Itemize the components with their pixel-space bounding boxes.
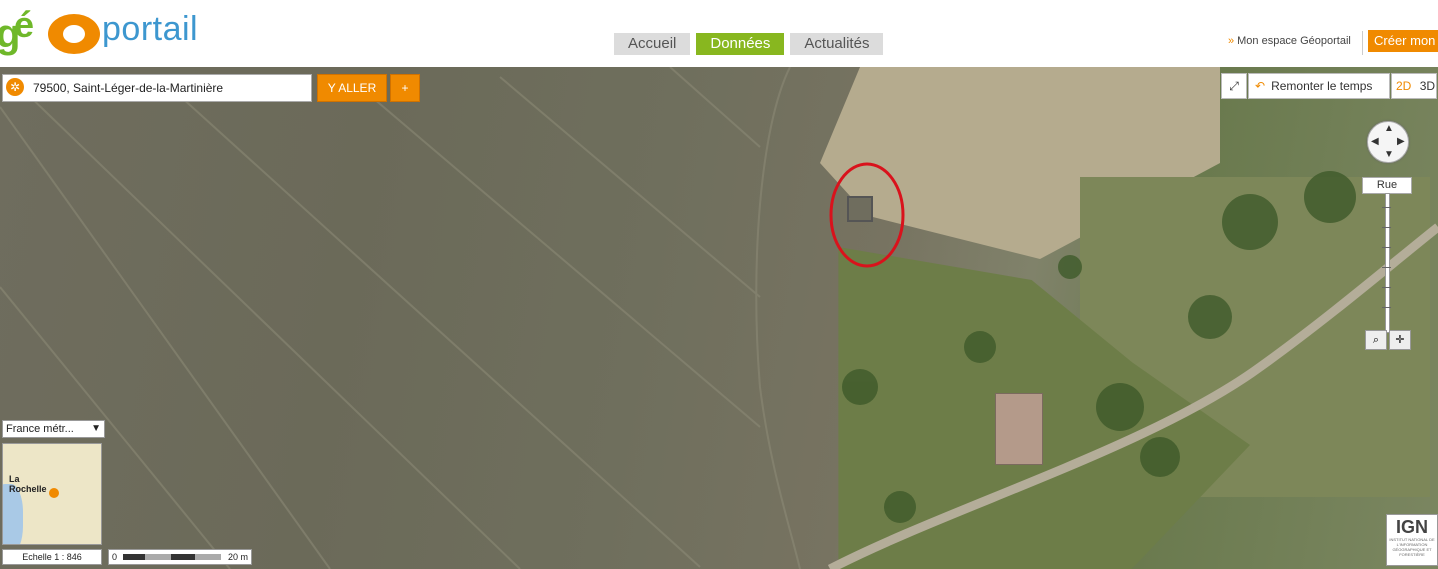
geolocate-icon[interactable]: ✲ (6, 78, 24, 96)
logo-text: portail (102, 10, 199, 48)
zoom-crosshair-icon[interactable]: ✛ (1389, 330, 1411, 350)
creer-compte-button[interactable]: Créer mon (1368, 30, 1438, 52)
header: g é portail Accueil Données Actualités »… (0, 0, 1438, 67)
zoom-tick (1382, 287, 1391, 288)
dropdown-arrow-icon: ▼ (91, 423, 101, 434)
view-2d-button[interactable]: 2D (1396, 79, 1411, 93)
minimap-region-select[interactable]: France métr... ▼ (2, 420, 105, 438)
scale-ratio: Echelle 1 : 846 (2, 549, 102, 565)
zoom-tick (1382, 207, 1391, 208)
map-building (995, 393, 1043, 465)
ign-logo[interactable]: IGN INSTITUT NATIONAL DE L'INFORMATION G… (1386, 514, 1438, 566)
pan-down-icon[interactable]: ▼ (1384, 149, 1394, 160)
scale-segment (171, 554, 195, 560)
ign-subtitle: INSTITUT NATIONAL DE L'INFORMATION GÉOGR… (1389, 537, 1435, 557)
fullscreen-icon[interactable]: ⤢ (1221, 73, 1247, 99)
go-button[interactable]: Y ALLER (317, 74, 387, 102)
zoom-tick (1382, 267, 1391, 268)
search-input[interactable] (31, 78, 305, 98)
logo-e: é (14, 4, 35, 45)
minimap-location-icon (49, 488, 59, 498)
divider (1362, 31, 1363, 55)
minimap-region-label: France métr... (6, 423, 74, 435)
zoom-level-label: Rue (1362, 177, 1412, 194)
zoom-tick (1382, 307, 1391, 308)
add-button[interactable]: + (390, 74, 420, 102)
scale-segment (145, 554, 171, 560)
pan-control[interactable]: ▲ ▼ ◀ ▶ (1367, 121, 1409, 163)
logo-o (48, 14, 100, 54)
zoom-tick (1382, 227, 1391, 228)
zoom-tick (1382, 247, 1391, 248)
map-tracks (0, 67, 1438, 569)
pan-left-icon[interactable]: ◀ (1371, 136, 1379, 147)
zoom-search-icon[interactable]: ⌕ (1365, 330, 1387, 350)
zoom-slider[interactable] (1385, 193, 1390, 333)
tab-accueil[interactable]: Accueil (614, 33, 691, 55)
tab-actualites[interactable]: Actualités (790, 33, 884, 55)
main-nav: Accueil Données Actualités (614, 33, 884, 55)
pan-up-icon[interactable]: ▲ (1384, 123, 1394, 134)
search-bar: ✲ (2, 74, 312, 102)
mon-espace-link[interactable]: » Mon espace Géoportail (1228, 35, 1351, 47)
scale-segment (123, 554, 145, 560)
minimap-city-label: La Rochelle (9, 474, 47, 494)
view-3d-button[interactable]: 3D (1420, 79, 1435, 93)
mon-espace-label: Mon espace Géoportail (1237, 35, 1351, 47)
scale-start: 0 (112, 552, 118, 562)
undo-icon: ↶ (1255, 79, 1266, 93)
scale-bar: 0 20 m (108, 549, 252, 565)
overview-minimap[interactable]: La Rochelle (2, 443, 102, 545)
ign-title: IGN (1395, 517, 1428, 537)
map-view[interactable]: ✲ Y ALLER + ⤢ ↶ Remonter le temps 2D 3D ▲… (0, 67, 1438, 569)
remonter-temps-button[interactable]: ↶ Remonter le temps (1248, 73, 1390, 99)
tab-donnees[interactable]: Données (696, 33, 785, 55)
view-toggle: 2D 3D (1391, 73, 1437, 99)
pan-right-icon[interactable]: ▶ (1397, 136, 1405, 147)
scale-end: 20 m (227, 552, 248, 562)
scale-segment (195, 554, 221, 560)
chevron-right-icon: » (1228, 35, 1235, 47)
remonter-temps-label: Remonter le temps (1271, 79, 1373, 93)
